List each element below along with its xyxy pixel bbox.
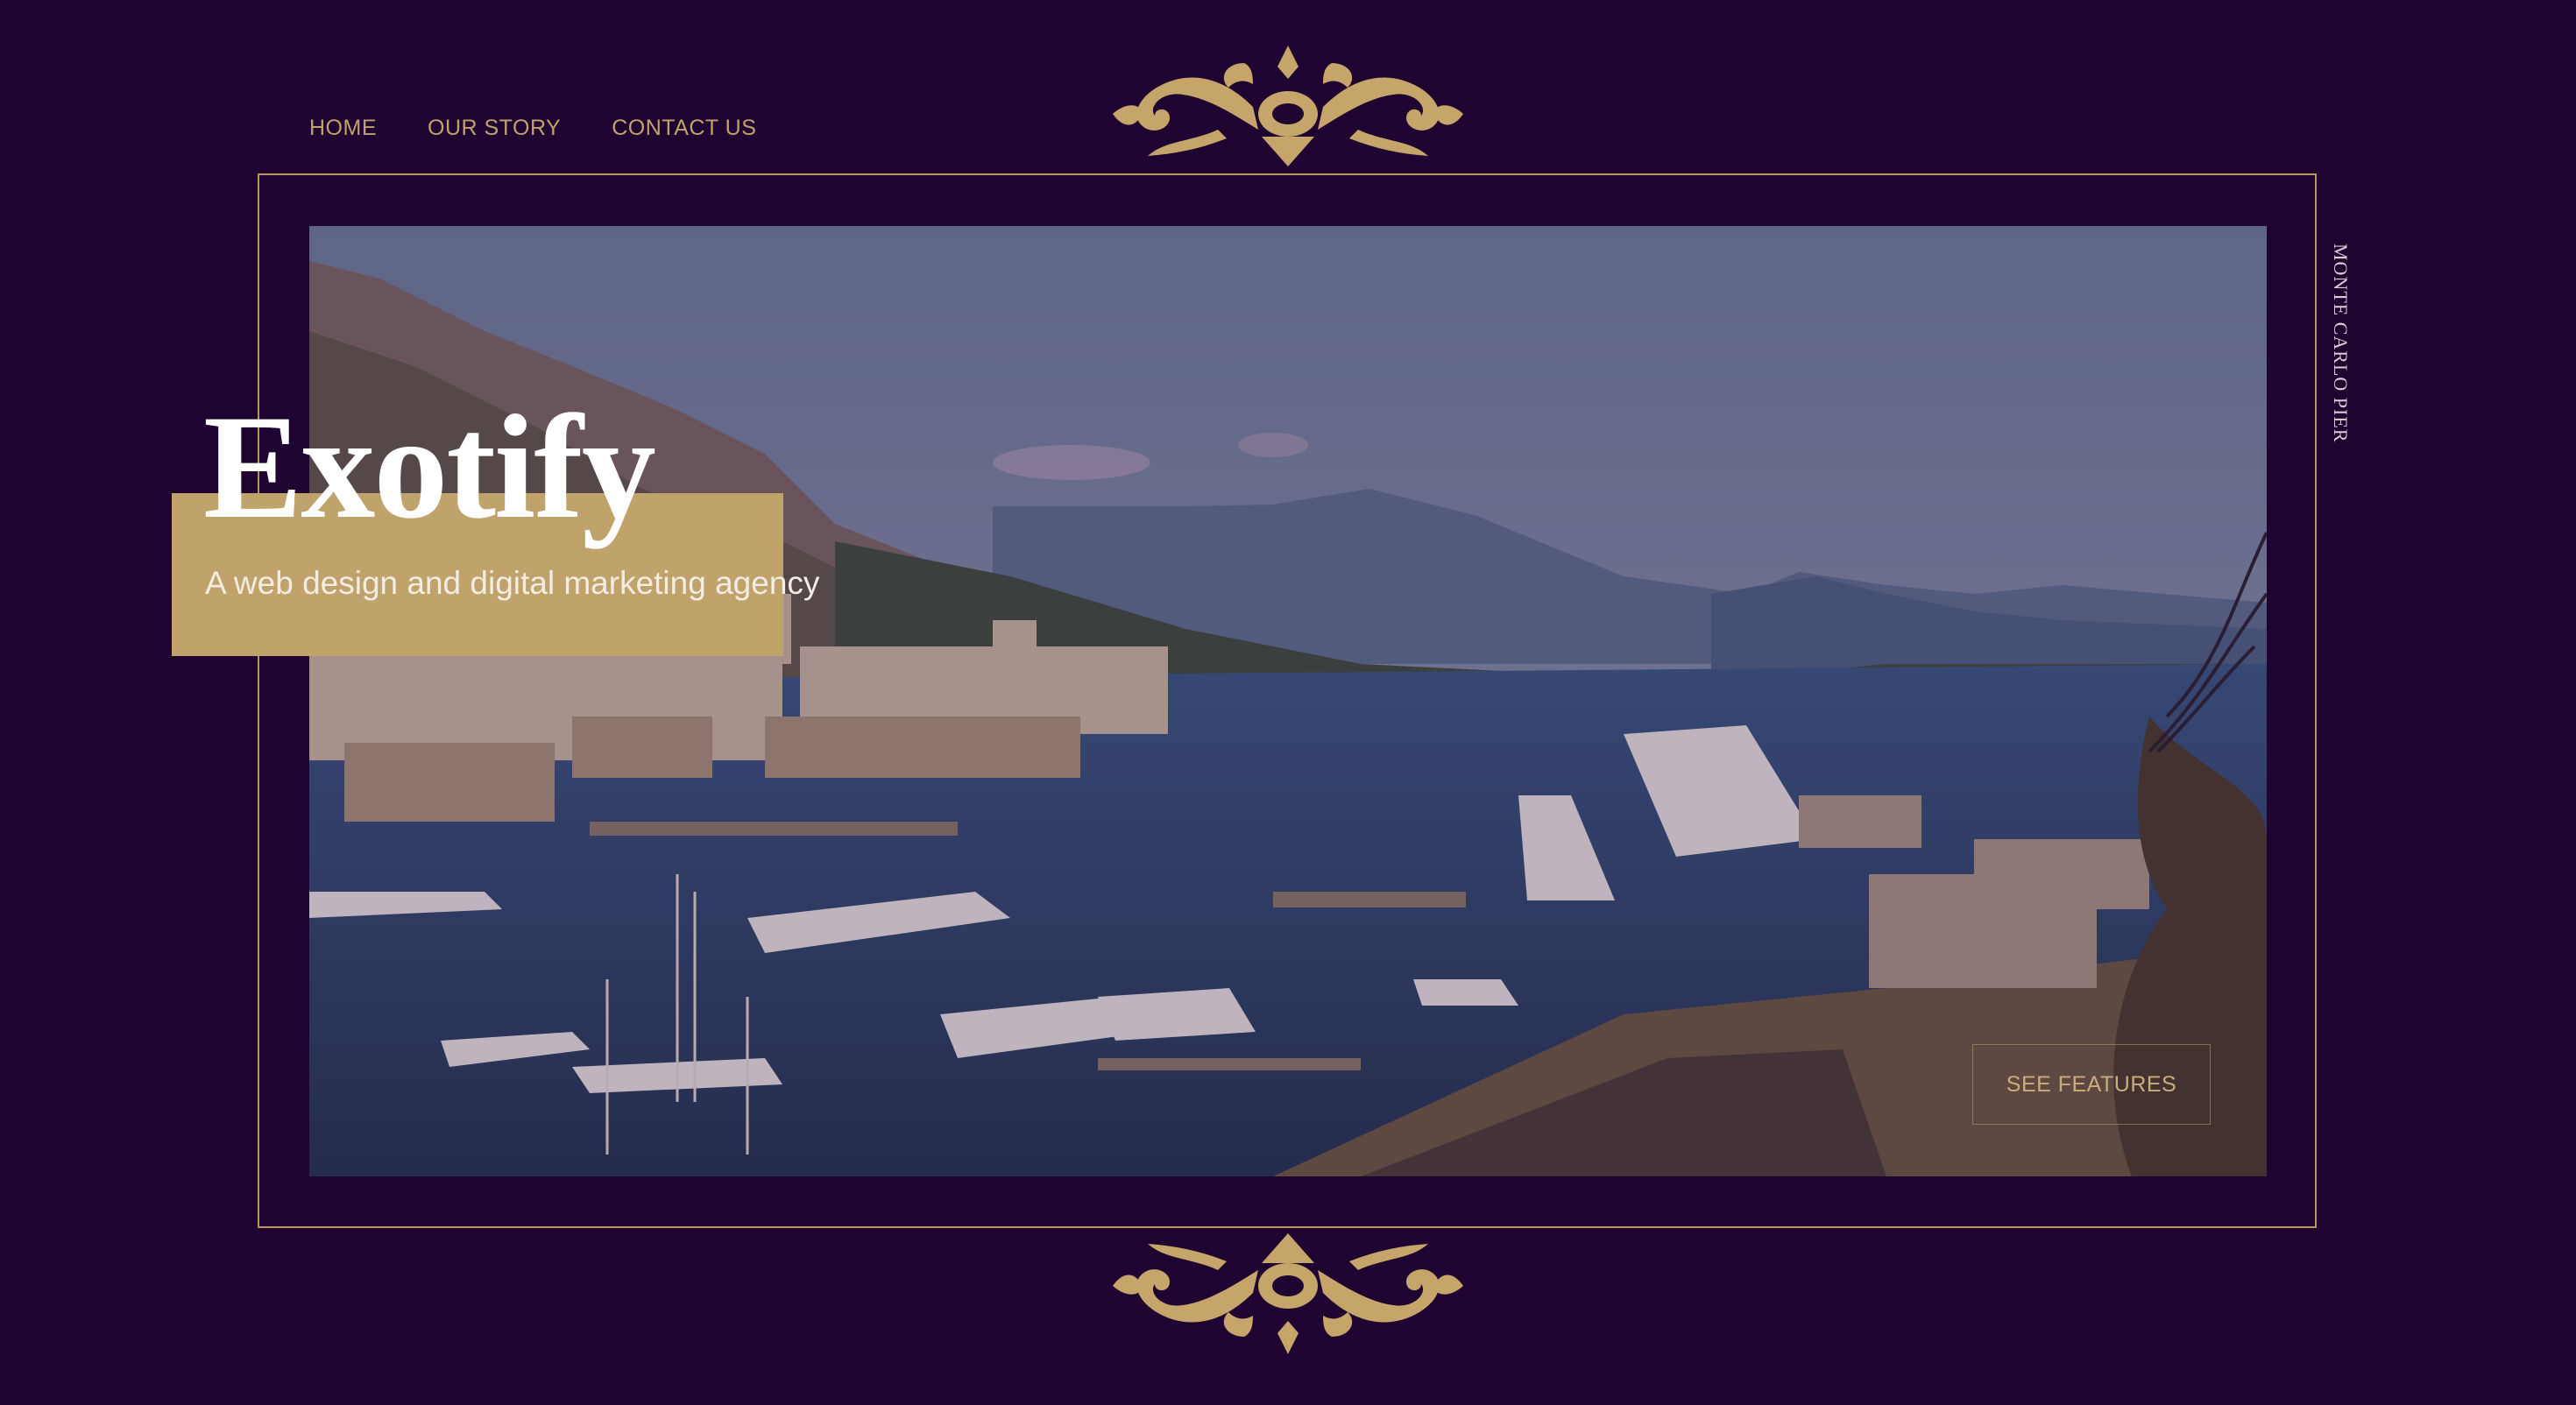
- filigree-ornament-icon: [1113, 46, 1463, 166]
- brand-title: Exotify: [203, 385, 656, 549]
- hero-tint-overlay: [309, 226, 2267, 1176]
- see-features-button[interactable]: SEE FEATURES: [1972, 1044, 2211, 1125]
- filigree-ornament-icon: [1113, 1233, 1463, 1354]
- main-nav: HOME OUR STORY CONTACT US: [309, 116, 756, 141]
- brand-tagline: A web design and digital marketing agenc…: [205, 565, 820, 601]
- nav-contact-us-link[interactable]: CONTACT US: [612, 116, 756, 141]
- hero-image: [309, 226, 2267, 1176]
- nav-our-story-link[interactable]: OUR STORY: [428, 116, 561, 141]
- nav-home-link[interactable]: HOME: [309, 116, 377, 141]
- location-label: MONTE CARLO PIER: [2330, 244, 2352, 443]
